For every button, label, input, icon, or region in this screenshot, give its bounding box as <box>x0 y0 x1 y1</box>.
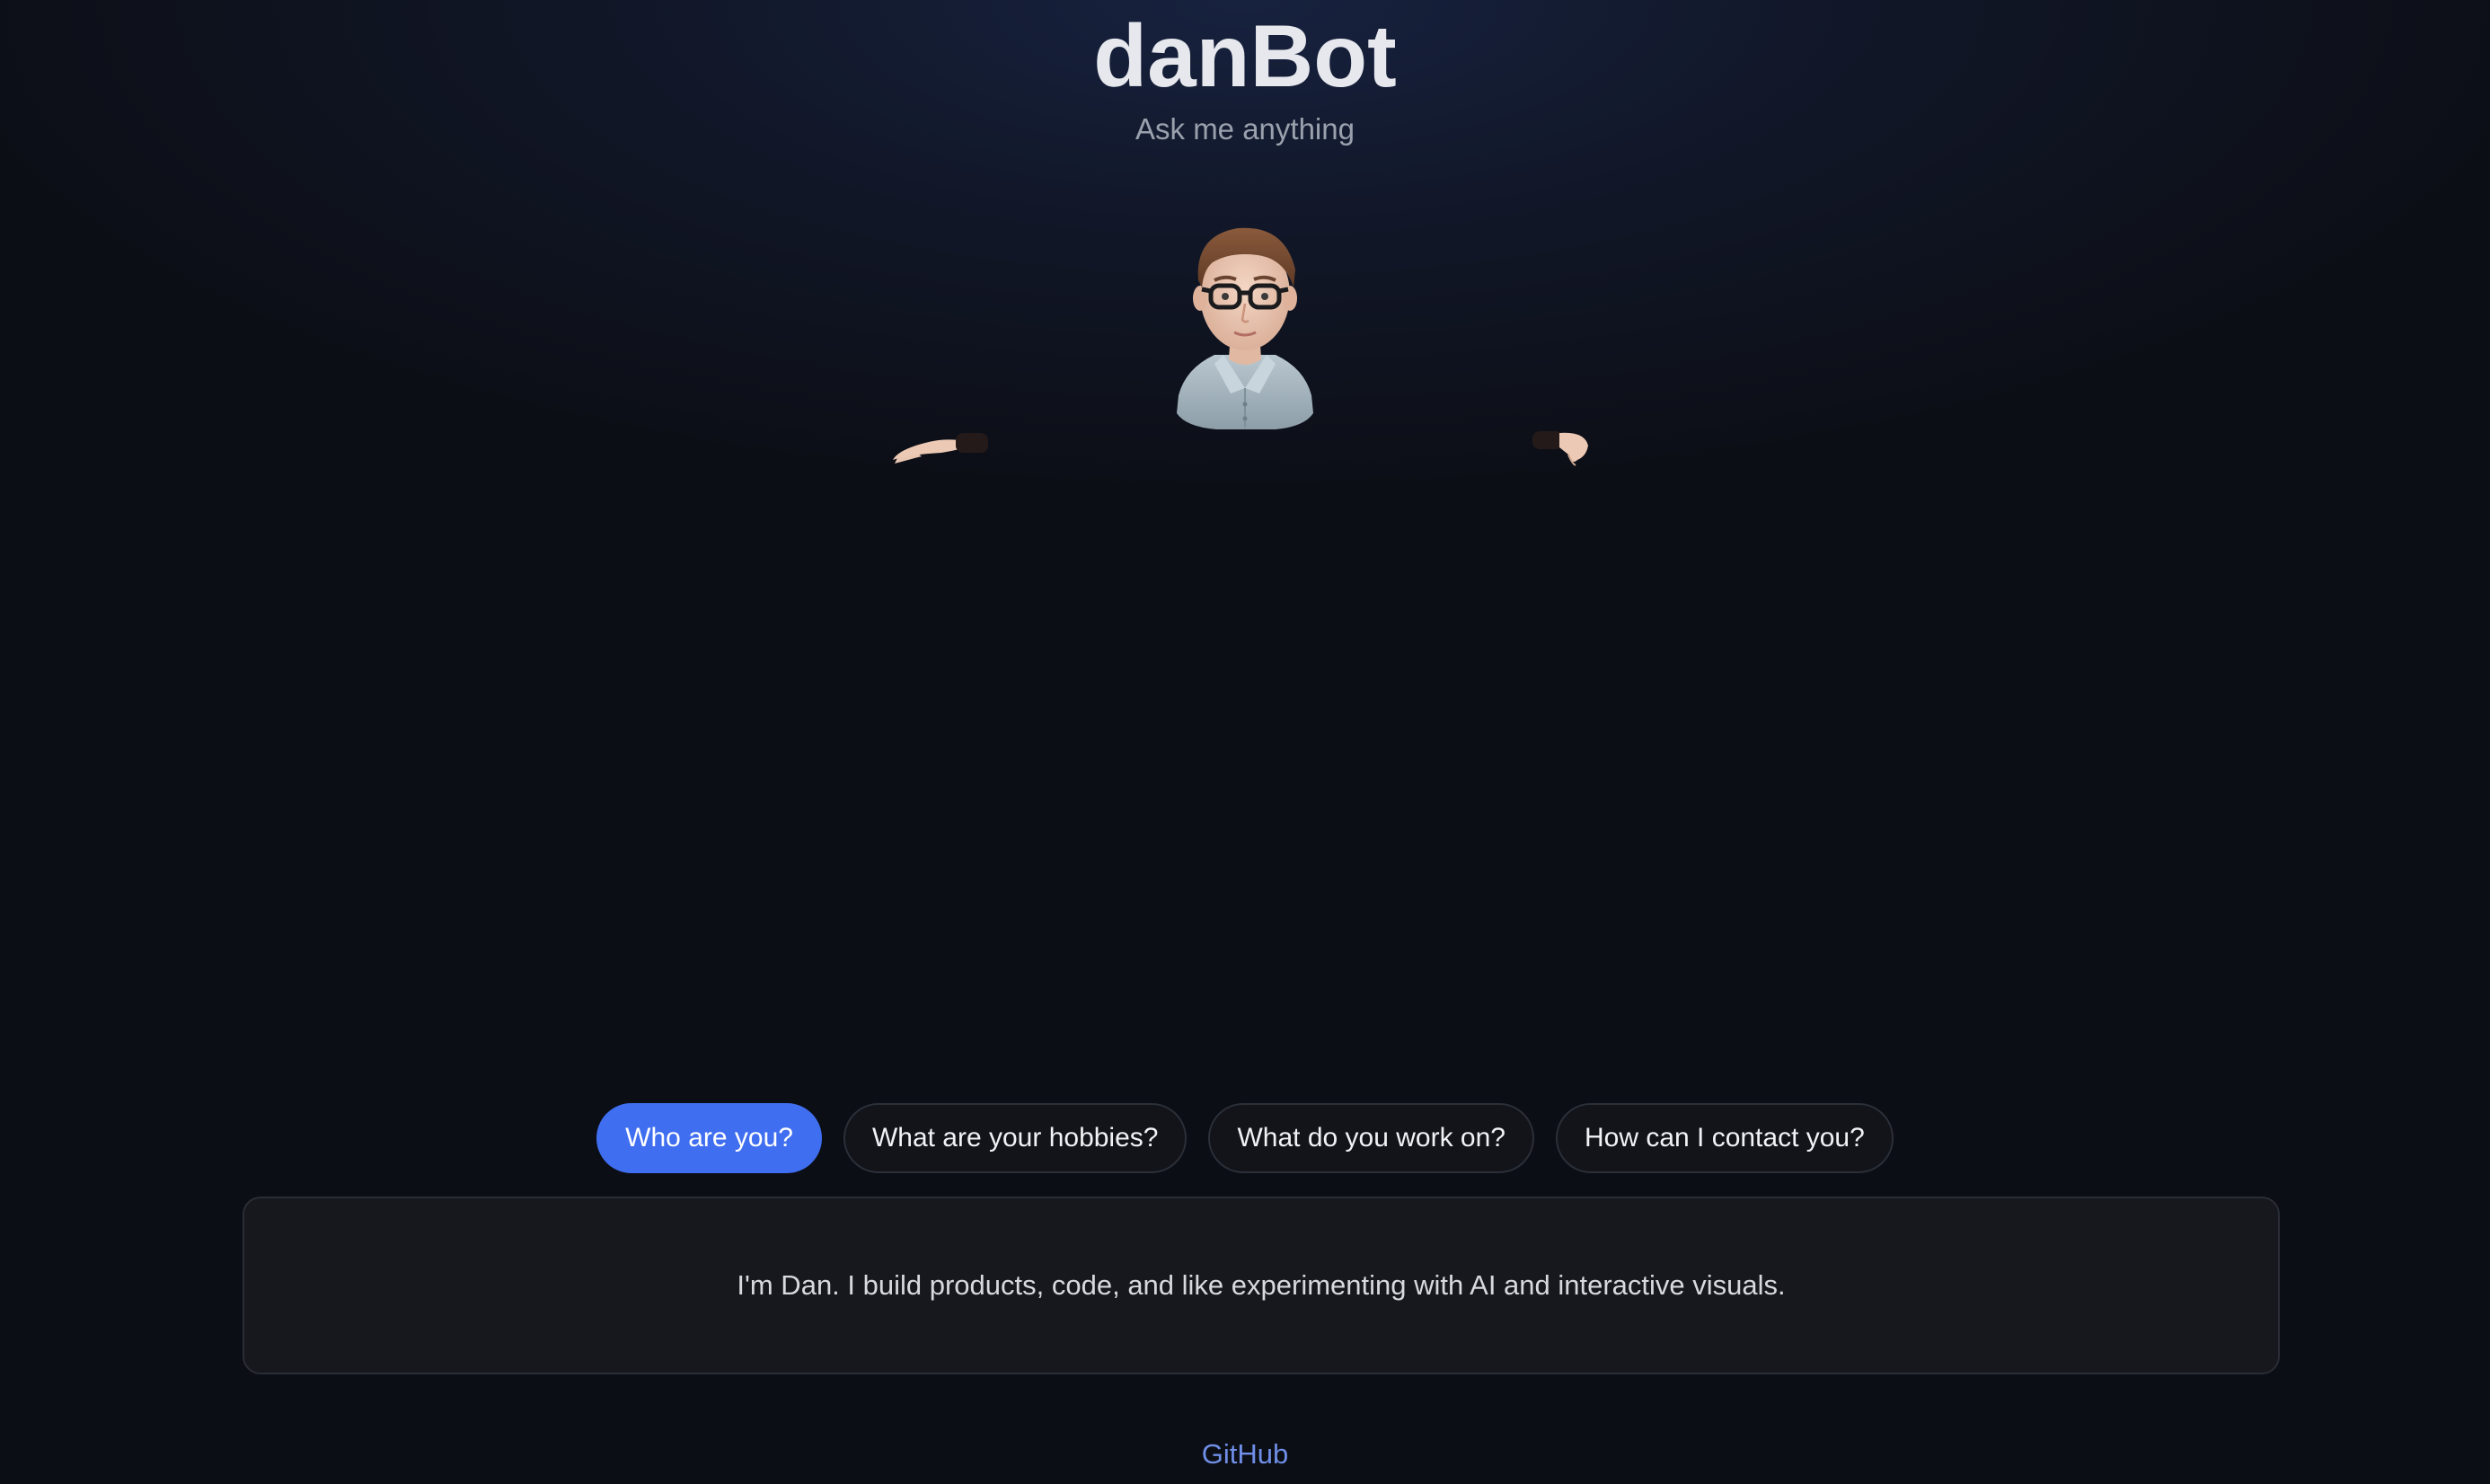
answer-panel: I'm Dan. I build products, code, and lik… <box>243 1197 2280 1374</box>
avatar-torso <box>1177 355 1313 429</box>
avatar-figure <box>893 227 1588 466</box>
page-subtitle: Ask me anything <box>1135 112 1355 146</box>
question-work-button[interactable]: What do you work on? <box>1208 1103 1534 1173</box>
answer-text: I'm Dan. I build products, code, and lik… <box>737 1269 1786 1301</box>
suggested-questions: Who are you? What are your hobbies? What… <box>0 1103 2490 1173</box>
footer: GitHub <box>0 1434 2490 1475</box>
avatar-right-hand <box>1532 431 1588 466</box>
question-who-are-you-button[interactable]: Who are you? <box>596 1103 822 1173</box>
question-hobbies-button[interactable]: What are your hobbies? <box>843 1103 1188 1173</box>
avatar-left-hand <box>893 433 988 464</box>
avatar <box>808 180 1707 521</box>
question-contact-button[interactable]: How can I contact you? <box>1555 1103 1894 1173</box>
avatar-head <box>1193 227 1297 350</box>
github-link[interactable]: GitHub <box>1202 1438 1288 1470</box>
page-title: danBot <box>1093 6 1397 105</box>
